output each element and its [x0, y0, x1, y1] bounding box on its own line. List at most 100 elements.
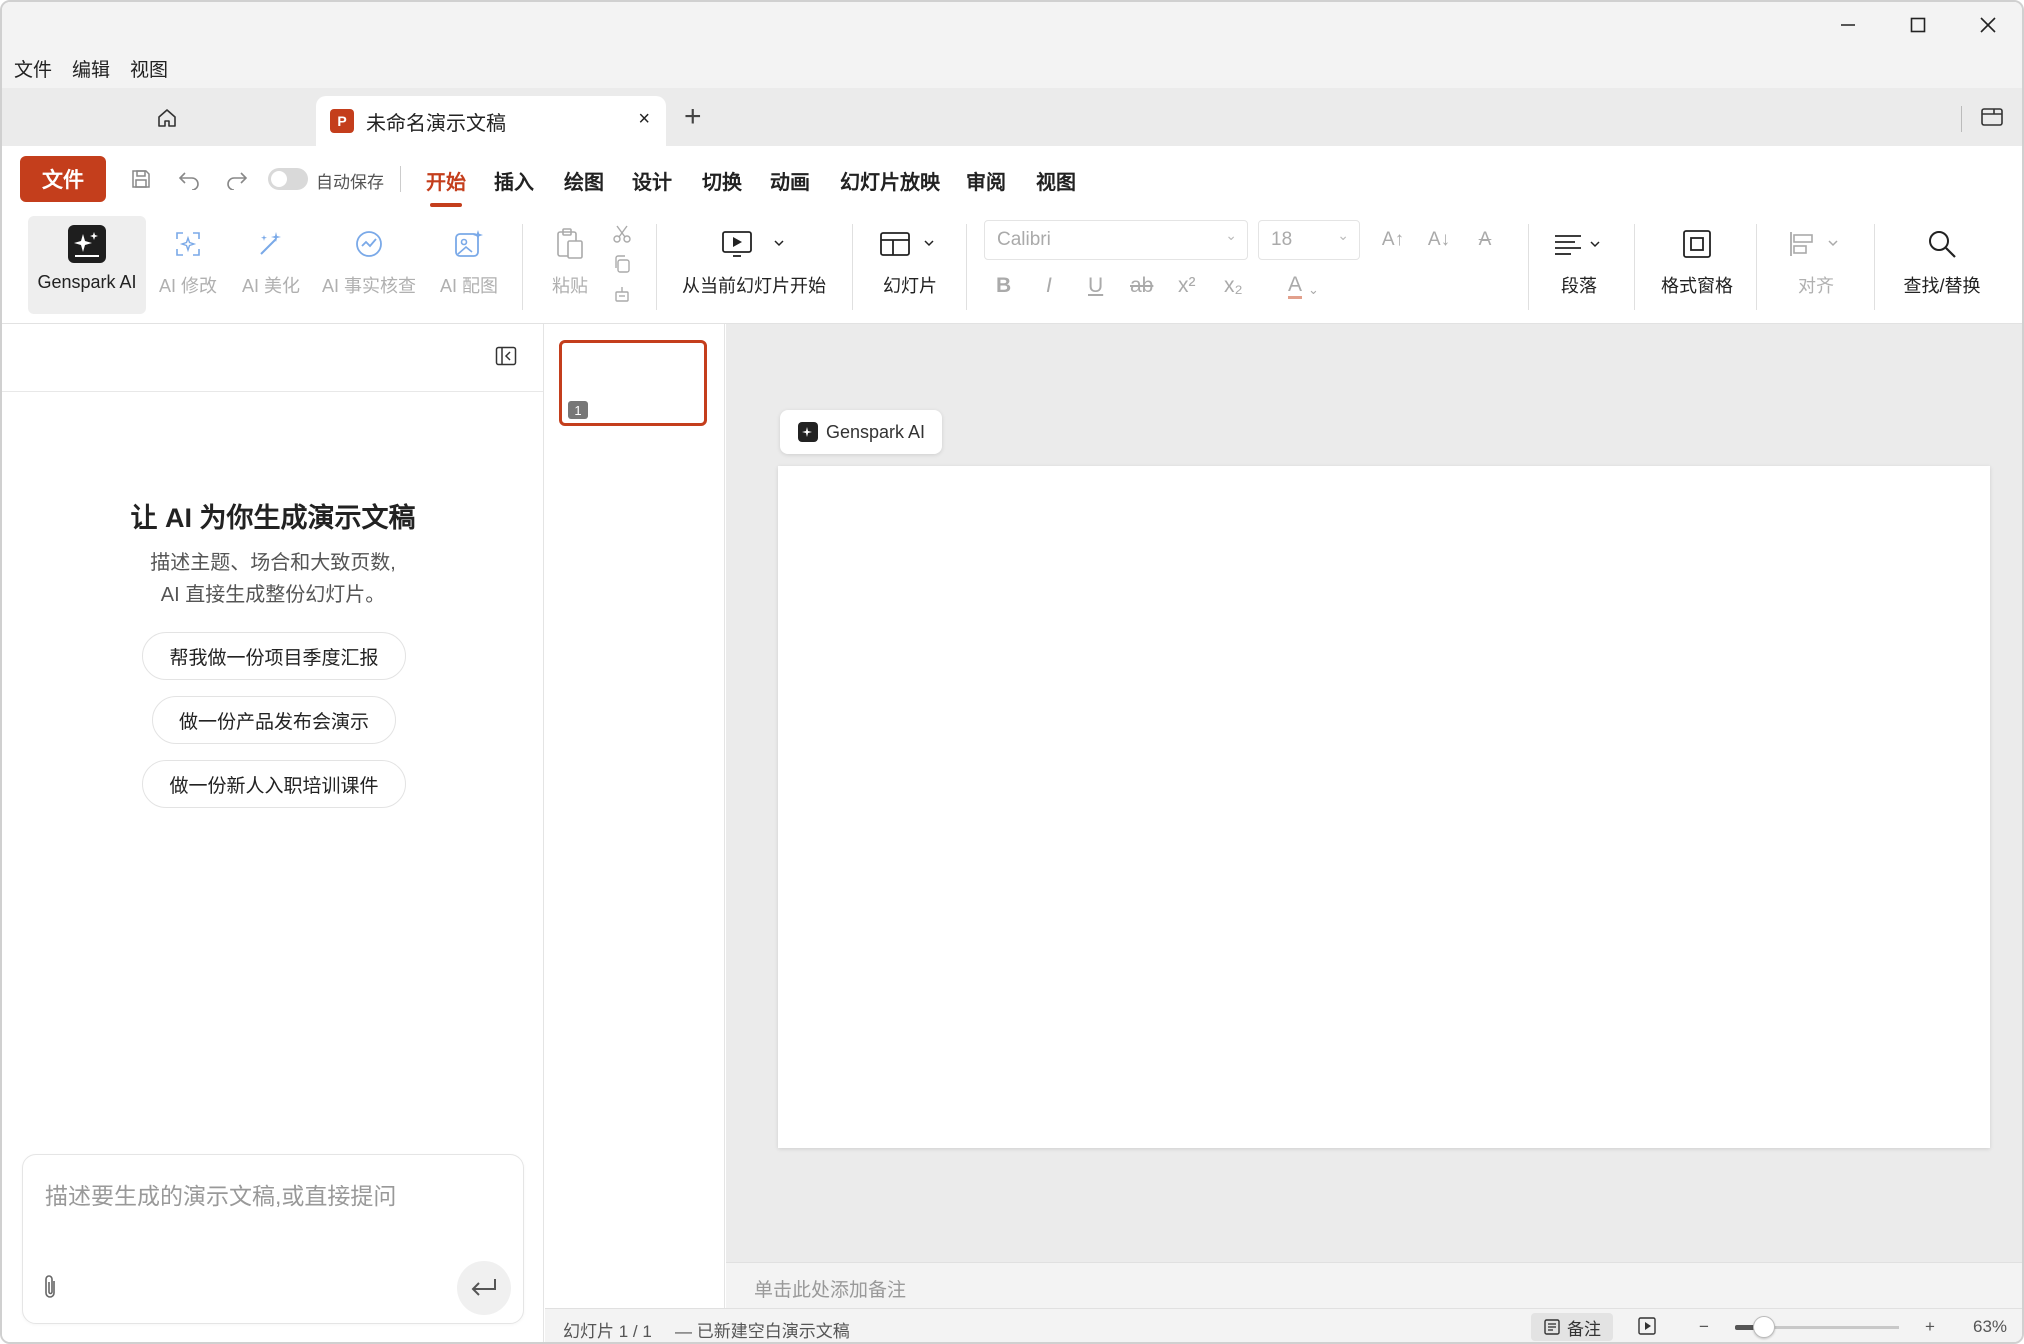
cut-button[interactable] — [610, 222, 634, 246]
zoom-slider-handle[interactable] — [1753, 1316, 1775, 1338]
zoom-level[interactable]: 63% — [1973, 1317, 2007, 1337]
new-tab-button[interactable]: + — [684, 100, 702, 134]
tab-review[interactable]: 审阅 — [966, 166, 1006, 195]
notes-area[interactable]: 单击此处添加备注 — [726, 1262, 2022, 1308]
strikethrough-button[interactable]: ab — [1130, 274, 1153, 298]
zoom-in-button[interactable]: + — [1925, 1317, 1935, 1337]
maximize-button[interactable] — [1884, 2, 1952, 48]
ai-panel-subtitle-line2: AI 直接生成整份幻灯片。 — [160, 584, 386, 606]
undo-icon — [178, 172, 199, 190]
ai-panel-subtitle-line1: 描述主题、场合和大致页数, — [150, 552, 396, 574]
powerpoint-icon: P — [330, 109, 354, 133]
slide-canvas[interactable] — [778, 466, 1990, 1148]
slideshow-view-button[interactable] — [1637, 1316, 1657, 1341]
ai-edit-button[interactable]: AI 修改 — [152, 216, 224, 314]
collapse-panel-button[interactable] — [495, 346, 517, 371]
format-pane-button[interactable]: 格式窗格 — [1652, 216, 1742, 314]
copy-button[interactable] — [610, 252, 634, 276]
tab-slideshow[interactable]: 幻灯片放映 — [840, 166, 940, 195]
ribbon-tab-divider — [400, 166, 401, 192]
menu-bar: 文件 编辑 视图 — [2, 48, 2022, 88]
tab-home[interactable]: 开始 — [426, 166, 466, 207]
document-tab[interactable]: P 未命名演示文稿 × — [316, 96, 666, 146]
ai-image-button[interactable]: AI 配图 — [430, 216, 508, 314]
format-painter-icon — [615, 287, 629, 302]
status-message: — 已新建空白演示文稿 — [675, 1322, 850, 1341]
send-button[interactable] — [457, 1261, 511, 1315]
ai-assistant-panel: 让 AI 为你生成演示文稿 描述主题、场合和大致页数, AI 直接生成整份幻灯片… — [2, 324, 544, 1342]
ribbon-divider — [966, 224, 967, 310]
toggle-notes-button[interactable]: 备注 — [1531, 1313, 1613, 1341]
ribbon-divider — [1874, 224, 1875, 310]
close-window-button[interactable] — [1954, 2, 2022, 48]
tab-draw[interactable]: 绘图 — [564, 166, 604, 195]
minimize-button[interactable] — [1814, 2, 1882, 48]
slide-counter: 幻灯片 1 / 1 — [563, 1322, 652, 1341]
save-button[interactable] — [128, 166, 154, 192]
notes-placeholder: 单击此处添加备注 — [754, 1280, 907, 1301]
play-icon — [1638, 1317, 1656, 1335]
menu-edit[interactable]: 编辑 — [72, 55, 110, 82]
suggestion-chip[interactable]: 帮我做一份项目季度汇报 — [142, 632, 406, 680]
slide-thumbnail[interactable]: 1 — [559, 340, 707, 426]
underline-button[interactable]: U — [1088, 274, 1103, 298]
italic-button[interactable]: I — [1046, 274, 1052, 298]
window-layout-button[interactable] — [1980, 106, 2004, 133]
undo-button[interactable] — [176, 166, 202, 192]
redo-button[interactable] — [224, 166, 250, 192]
paperclip-icon — [45, 1275, 55, 1298]
paste-button[interactable]: 粘贴 — [538, 216, 602, 314]
file-button[interactable]: 文件 — [20, 156, 106, 202]
suggestion-chip[interactable]: 做一份产品发布会演示 — [152, 696, 396, 744]
window-layout-icon — [1981, 108, 2003, 126]
zoom-out-button[interactable]: − — [1699, 1317, 1709, 1337]
chevron-down-icon: ⌄ — [1225, 227, 1237, 243]
font-color-button[interactable]: A — [1288, 274, 1303, 299]
ribbon-toolbar: Genspark AI AI 修改 AI 美化 AI 事实核查 AI 配图 粘贴… — [2, 208, 2022, 324]
start-from-current-slide-button[interactable]: 从当前幻灯片开始 — [674, 216, 834, 314]
home-tab[interactable] — [142, 104, 192, 132]
genspark-ai-slide-button[interactable]: Genspark AI — [780, 410, 942, 454]
format-painter-button[interactable] — [610, 282, 634, 306]
align-button[interactable]: 对齐 — [1772, 216, 1860, 314]
tab-transitions[interactable]: 切换 — [702, 166, 742, 195]
font-size-select[interactable]: 18 ⌄ — [1258, 220, 1360, 260]
font-name-value: Calibri — [997, 229, 1051, 250]
slide-thumbnail-pane: 1 — [545, 324, 725, 1342]
ai-factcheck-label: AI 事实核查 — [321, 276, 416, 296]
genspark-ai-button[interactable]: Genspark AI — [28, 216, 146, 314]
ai-factcheck-button[interactable]: AI 事实核查 — [316, 216, 422, 314]
ai-image-label: AI 配图 — [439, 276, 498, 296]
suggestion-chip[interactable]: 做一份新人入职培训课件 — [142, 760, 406, 808]
paragraph-label: 段落 — [1561, 276, 1597, 296]
chevron-down-icon: ⌄ — [1337, 227, 1349, 243]
clear-format-button[interactable]: A — [1470, 228, 1500, 252]
bold-button[interactable]: B — [996, 274, 1011, 298]
find-replace-button[interactable]: 查找/替换 — [1892, 216, 1992, 314]
shrink-font-button[interactable]: A↓ — [1424, 228, 1454, 252]
superscript-button[interactable]: x² — [1178, 274, 1196, 298]
slideshow-play-icon — [721, 216, 787, 272]
tab-view[interactable]: 视图 — [1036, 166, 1076, 195]
paragraph-button[interactable]: 段落 — [1542, 216, 1616, 314]
subscript-button[interactable]: x₂ — [1224, 274, 1243, 298]
menu-file[interactable]: 文件 — [14, 55, 52, 82]
attach-file-button[interactable] — [41, 1273, 59, 1306]
autosave-toggle[interactable] — [268, 168, 308, 190]
font-name-select[interactable]: Calibri ⌄ — [984, 220, 1248, 260]
ribbon-divider — [1634, 224, 1635, 310]
grow-font-button[interactable]: A↑ — [1378, 228, 1408, 252]
copy-icon — [615, 255, 630, 273]
ribbon-tab-row: 文件 自动保存 开始 插入 绘图 设计 切换 动画 幻灯片放映 审阅 视图 — [2, 146, 2022, 208]
tab-design[interactable]: 设计 — [632, 166, 672, 195]
tab-animations[interactable]: 动画 — [770, 166, 810, 195]
ai-prompt-input[interactable]: 描述要生成的演示文稿,或直接提问 — [22, 1154, 524, 1324]
close-tab-button[interactable]: × — [638, 108, 650, 131]
slide-editor-canvas: Genspark AI — [726, 324, 2022, 1262]
genspark-ai-badge-label: Genspark AI — [826, 421, 926, 442]
tab-insert[interactable]: 插入 — [494, 166, 534, 195]
ai-beautify-button[interactable]: AI 美化 — [232, 216, 310, 314]
slide-layout-button[interactable]: 幻灯片 — [870, 216, 950, 314]
menu-view[interactable]: 视图 — [130, 55, 168, 82]
collapse-panel-icon — [495, 346, 517, 366]
